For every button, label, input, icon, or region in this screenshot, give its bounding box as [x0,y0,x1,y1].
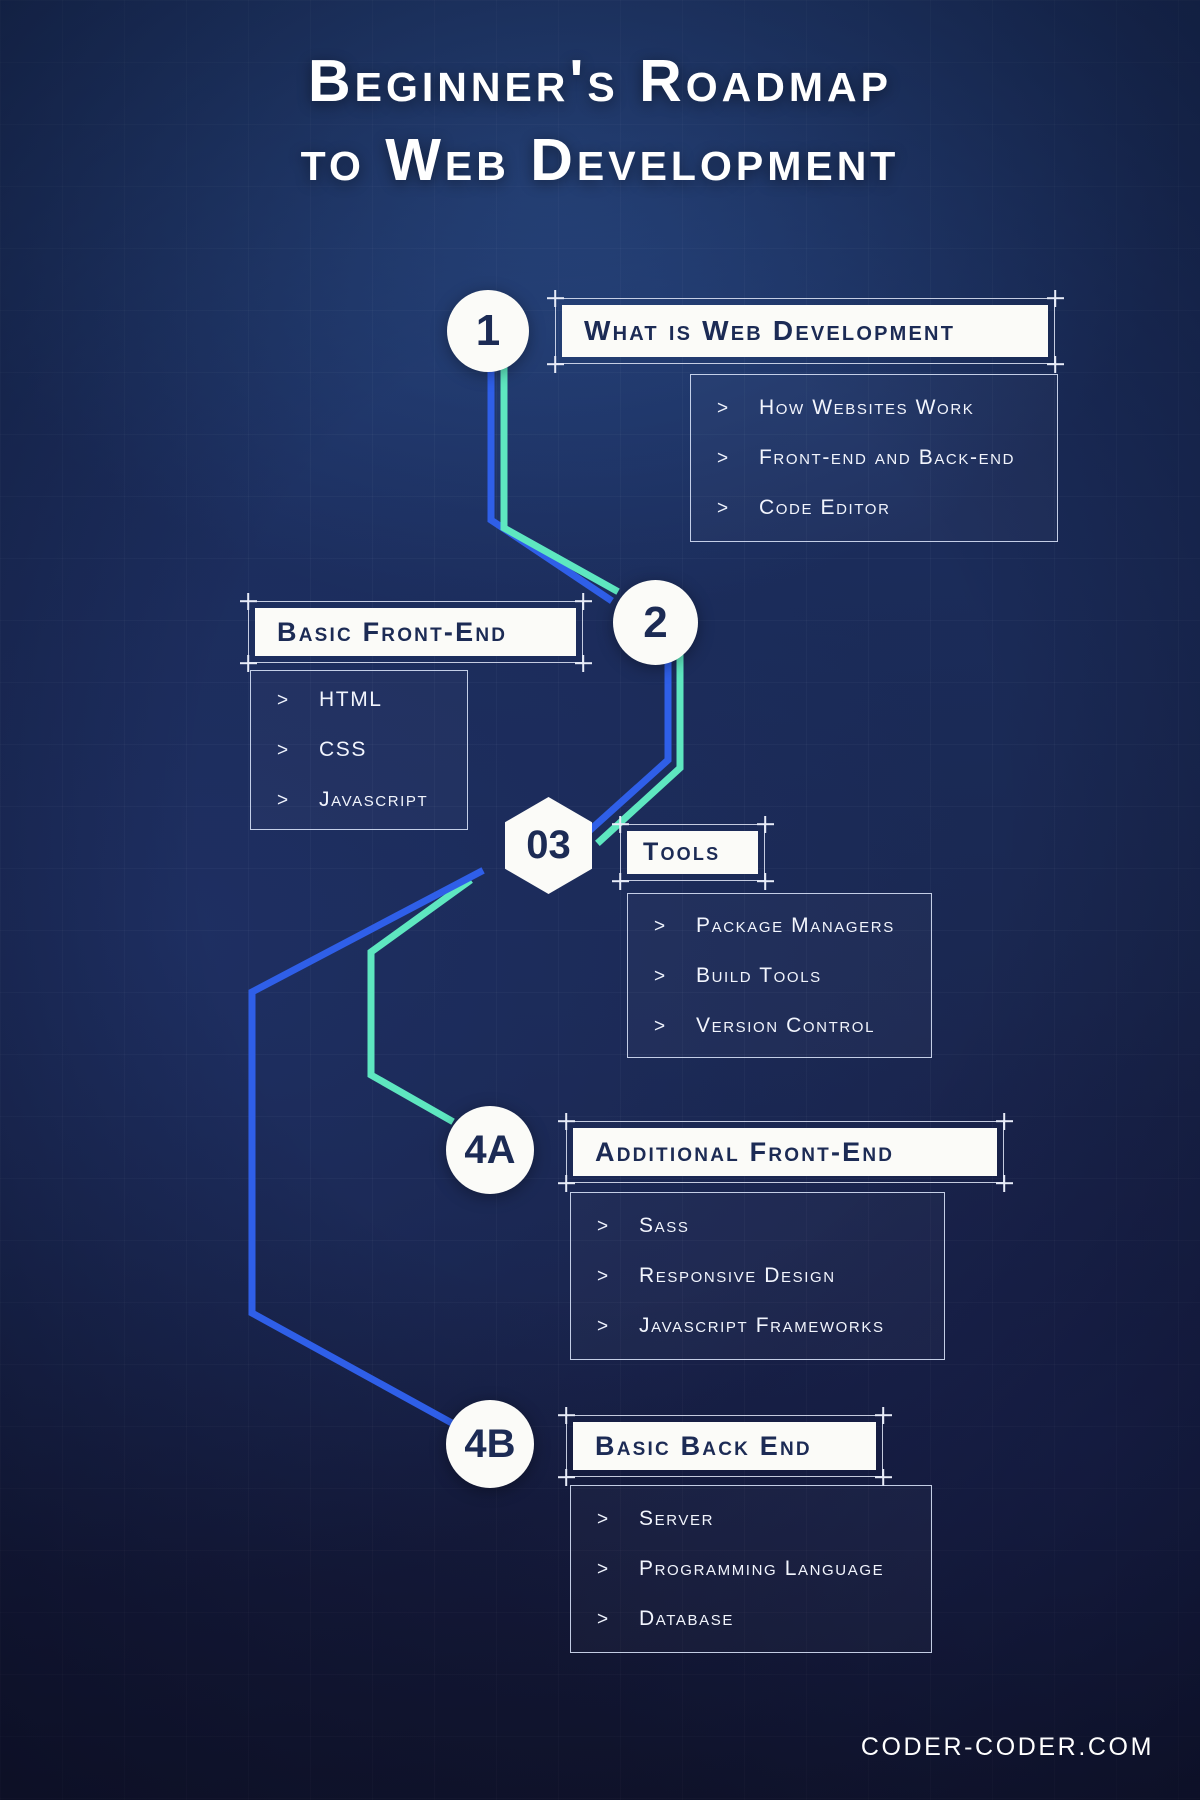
corner-tick-icon [547,356,564,373]
bullet-marker-icon: > [717,498,729,519]
step-4b-heading-box[interactable]: Basic Back End [566,1415,883,1477]
list-item[interactable]: > Sass [597,1214,944,1238]
step-4a-heading-label: Additional Front-End [595,1136,895,1167]
bullet-marker-icon: > [277,690,289,711]
list-item[interactable]: > Front-end and Back-end [717,446,1057,470]
step-3-topics-box: > Package Managers > Build Tools > Versi… [627,893,932,1058]
bullet-marker-icon: > [597,1266,609,1287]
page-title-line-1: Beginner's Roadmap [307,48,892,114]
bullet-marker-icon: > [597,1509,609,1530]
list-item-label: Javascript [319,788,429,811]
corner-tick-icon [757,816,774,833]
corner-tick-icon [558,1469,575,1486]
corner-tick-icon [558,1113,575,1130]
corner-tick-icon [875,1469,892,1486]
list-item[interactable]: > Responsive Design [597,1264,944,1288]
step-2-heading-box[interactable]: Basic Front-End [248,601,583,663]
step-1-topics-box: > How Websites Work > Front-end and Back… [690,374,1058,542]
corner-tick-icon [558,1407,575,1424]
list-item-label: Version Control [696,1013,876,1037]
bullet-marker-icon: > [717,448,729,469]
list-item-label: How Websites Work [759,396,975,419]
corner-tick-icon [875,1407,892,1424]
corner-tick-icon [575,593,592,610]
list-item[interactable]: > Server [597,1507,931,1531]
bullet-marker-icon: > [597,1216,609,1237]
step-1-heading-label: What is Web Development [584,315,956,346]
list-item-label: Build Tools [696,963,822,987]
list-item[interactable]: > Code Editor [717,496,1057,520]
step-marker-4b-label: 4B [464,1421,516,1466]
step-marker-4a-label: 4A [464,1127,516,1172]
corner-tick-icon [612,873,629,890]
step-marker-3-label: 03 [526,823,571,867]
corner-tick-icon [240,655,257,672]
bullet-marker-icon: > [277,790,289,811]
bullet-marker-icon: > [654,1015,666,1037]
corner-tick-icon [1047,356,1064,373]
step-marker-4a[interactable]: 4A [446,1106,534,1194]
list-item-label: CSS [319,738,367,761]
list-item-label: Responsive Design [639,1264,836,1287]
bullet-marker-icon: > [597,1609,609,1630]
step-marker-1[interactable]: 1 [447,290,529,372]
list-item[interactable]: > Database [597,1607,931,1631]
corner-tick-icon [575,655,592,672]
list-item[interactable]: > Javascript [277,788,467,812]
step-2-topics-box: > HTML > CSS > Javascript [250,670,468,830]
step-marker-2[interactable]: 2 [613,580,698,665]
corner-tick-icon [996,1113,1013,1130]
list-item-label: HTML [319,688,383,711]
list-item[interactable]: > HTML [277,688,467,712]
list-item-label: Programming Language [639,1557,885,1580]
list-item[interactable]: > Package Managers [654,914,931,938]
list-item[interactable]: > Programming Language [597,1557,931,1581]
bullet-marker-icon: > [654,915,666,937]
list-item[interactable]: > Build Tools [654,964,931,988]
step-4a-heading-box[interactable]: Additional Front-End [566,1121,1004,1183]
list-item-label: Package Managers [696,913,895,937]
page-title: Beginner's Roadmap to Web Development [0,42,1200,200]
step-4b-topics-box: > Server > Programming Language > Databa… [570,1485,932,1653]
list-item[interactable]: > How Websites Work [717,396,1057,420]
list-item[interactable]: > Version Control [654,1014,931,1038]
corner-tick-icon [612,816,629,833]
step-3-heading-box[interactable]: Tools [620,824,765,881]
corner-tick-icon [240,593,257,610]
list-item-label: Sass [639,1214,690,1237]
footer-attribution: CODER-CODER.COM [860,1733,1154,1761]
list-item[interactable]: > CSS [277,738,467,762]
list-item-label: Javascript Frameworks [639,1314,885,1337]
step-marker-4b[interactable]: 4B [446,1400,534,1488]
step-2-heading-label: Basic Front-End [277,616,508,647]
list-item[interactable]: > Javascript Frameworks [597,1314,944,1338]
bullet-marker-icon: > [717,398,729,419]
step-4b-heading-label: Basic Back End [595,1430,812,1461]
step-marker-2-label: 2 [643,597,668,647]
corner-tick-icon [757,873,774,890]
corner-tick-icon [1047,290,1064,307]
list-item-label: Server [639,1507,715,1530]
step-1-heading-box[interactable]: What is Web Development [555,298,1055,364]
page-title-line-2: to Web Development [300,127,900,194]
list-item-label: Database [639,1607,734,1630]
bullet-marker-icon: > [597,1559,609,1580]
list-item-label: Front-end and Back-end [759,446,1016,469]
corner-tick-icon [996,1175,1013,1192]
bullet-marker-icon: > [277,740,289,761]
bullet-marker-icon: > [654,965,666,987]
step-marker-1-label: 1 [475,306,501,355]
corner-tick-icon [547,290,564,307]
bullet-marker-icon: > [597,1316,609,1337]
step-4a-topics-box: > Sass > Responsive Design > Javascript … [570,1192,945,1360]
list-item-label: Code Editor [759,496,891,519]
corner-tick-icon [558,1175,575,1192]
step-3-heading-label: Tools [643,838,721,866]
